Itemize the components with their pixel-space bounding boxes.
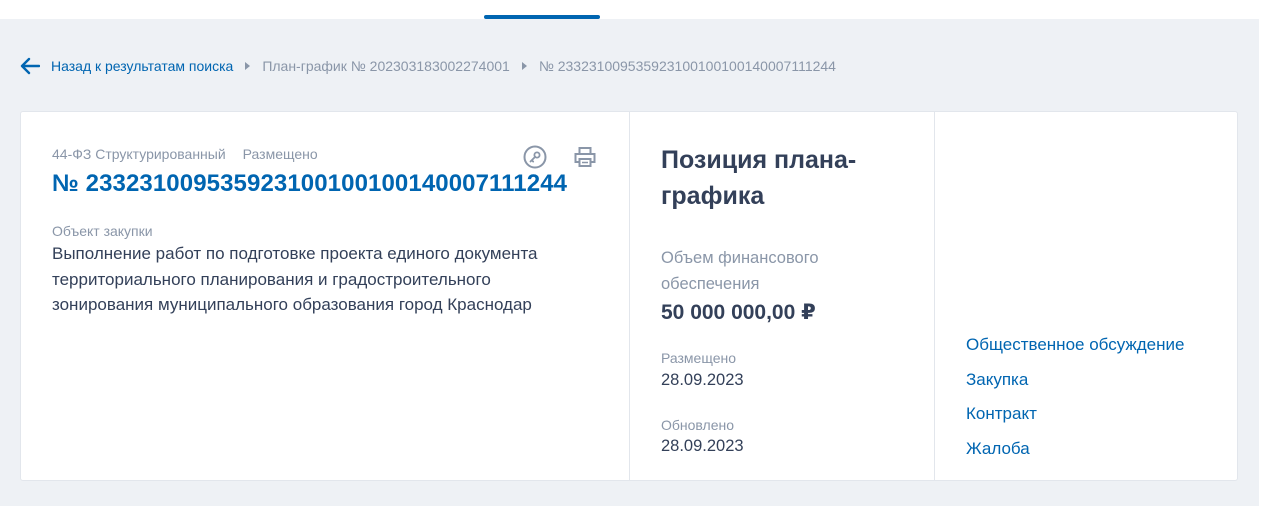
back-to-results-link[interactable]: Назад к результатам поиска (51, 58, 233, 74)
printer-icon[interactable] (572, 144, 598, 170)
updated-date: 28.09.2023 (661, 437, 744, 455)
meta-line: 44-ФЗ Структурированный Размещено (52, 146, 318, 162)
top-tab-bar (0, 0, 1259, 20)
related-links: Общественное обсуждение Закупка Контракт… (966, 334, 1184, 472)
breadcrumb-plan-link[interactable]: План-график № 202303183002274001 (262, 58, 510, 74)
back-arrow-icon[interactable] (20, 57, 40, 75)
related-links-column: Общественное обсуждение Закупка Контракт… (935, 112, 1237, 480)
object-description: Выполнение работ по подготовке проекта е… (52, 244, 538, 314)
main-info-column: 44-ФЗ Структурированный Размещено № 23323… (21, 112, 630, 480)
contract-link[interactable]: Контракт (966, 403, 1184, 438)
public-discussion-link[interactable]: Общественное обсуждение (966, 334, 1184, 369)
breadcrumb-separator-icon (521, 62, 527, 70)
position-summary-column: Позиция плана-графика Объем финансового … (630, 112, 935, 480)
updated-label: Обновлено (661, 417, 735, 433)
complaint-link[interactable]: Жалоба (966, 438, 1184, 473)
finance-label: Объем финансового обеспечения (661, 249, 819, 293)
placed-label: Размещено (661, 350, 736, 366)
position-title: Позиция плана-графика (661, 146, 857, 210)
breadcrumb: Назад к результатам поиска План-график №… (20, 56, 836, 76)
registry-number[interactable]: № 233231009535923100100100140007111244 (52, 170, 567, 198)
breadcrumb-separator-icon (245, 62, 251, 70)
procurement-link[interactable]: Закупка (966, 369, 1184, 404)
law-type: 44-ФЗ Структурированный (52, 146, 226, 162)
key-circle-icon[interactable] (522, 144, 548, 170)
placed-date: 28.09.2023 (661, 371, 744, 389)
finance-value: 50 000 000,00 ₽ (661, 301, 816, 324)
breadcrumb-current: № 233231009535923100100100140007111244 (538, 58, 836, 74)
status-badge: Размещено (242, 146, 318, 162)
object-label: Объект закупки (52, 223, 153, 239)
plan-position-card: 44-ФЗ Структурированный Размещено № 23323… (20, 111, 1238, 481)
